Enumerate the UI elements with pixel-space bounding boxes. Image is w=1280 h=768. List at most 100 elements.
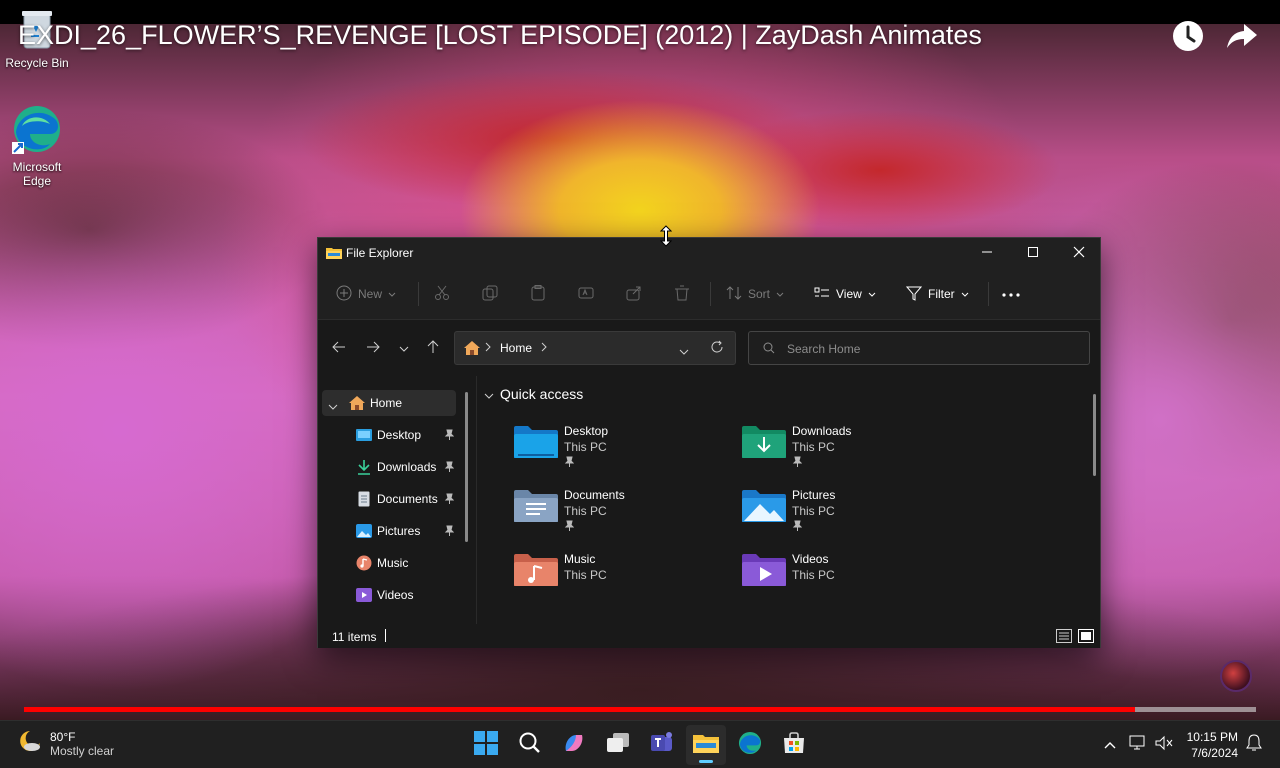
sidebar-item-label: Downloads (377, 460, 437, 474)
new-button[interactable]: New (336, 282, 396, 306)
sidebar-scrollbar[interactable] (465, 392, 468, 542)
network-button[interactable] (1126, 733, 1150, 757)
channel-watermark[interactable] (1220, 660, 1252, 692)
sidebar-item-label: Videos (377, 588, 414, 602)
share-button[interactable] (1224, 18, 1260, 54)
trash-icon (674, 285, 690, 304)
item-name: Desktop (564, 424, 609, 438)
address-bar[interactable]: Home (454, 331, 736, 365)
title-bar[interactable]: File Explorer (318, 238, 1100, 268)
store-button[interactable] (774, 725, 814, 765)
section-title: Quick access (500, 386, 584, 402)
chevron-up-icon (1104, 736, 1116, 754)
chevron-down-icon (868, 287, 876, 301)
item-name: Documents (564, 488, 625, 502)
desktop-folder-icon (356, 428, 372, 445)
share-button-explorer[interactable] (626, 282, 642, 306)
sort-button[interactable]: Sort (726, 282, 784, 306)
videos-icon (356, 587, 372, 606)
quick-access-header[interactable]: Quick access (484, 386, 583, 402)
edge-taskbar-button[interactable] (730, 725, 770, 765)
command-bar: New Sort View Filter (318, 268, 1100, 320)
address-dropdown-button[interactable] (679, 344, 689, 358)
details-view-button[interactable] (1056, 629, 1072, 646)
quick-access-item[interactable]: Videos This PC (742, 548, 952, 604)
weather-widget[interactable]: 80°F Mostly clear (16, 728, 114, 759)
sidebar-item-documents[interactable]: Documents (322, 486, 456, 512)
sidebar-item-label: Desktop (377, 428, 422, 442)
moon-cloud-icon (16, 728, 42, 759)
quick-access-item[interactable]: Downloads This PC (742, 420, 952, 476)
filter-label: Filter (928, 287, 955, 301)
close-button[interactable] (1056, 238, 1102, 268)
search-icon (519, 732, 541, 759)
tiles-view-button[interactable] (1078, 629, 1094, 646)
scissors-icon (434, 285, 450, 304)
view-button[interactable]: View (814, 282, 876, 306)
sidebar-item-downloads[interactable]: Downloads (322, 454, 456, 480)
active-app-indicator (699, 760, 713, 763)
copy-button[interactable] (482, 282, 498, 306)
forward-button[interactable] (362, 337, 384, 359)
sidebar-item-music[interactable]: Music (322, 550, 456, 576)
documents-icon (358, 491, 370, 510)
volume-button[interactable] (1152, 733, 1176, 757)
more-options-button[interactable] (1002, 282, 1020, 306)
filter-button[interactable]: Filter (905, 282, 969, 306)
download-icon (357, 459, 371, 478)
system-clock[interactable]: 10:15 PM 7/6/2024 (1184, 729, 1238, 761)
paste-button[interactable] (530, 282, 546, 306)
video-title[interactable]: EXDI_26_FLOWER’S_REVENGE [LOST EPISODE] … (18, 20, 982, 51)
back-button[interactable] (328, 337, 350, 359)
minimize-button[interactable] (964, 238, 1010, 268)
item-name: Pictures (792, 488, 836, 502)
window-title: File Explorer (346, 246, 414, 260)
quick-access-item[interactable]: Pictures This PC (742, 484, 952, 540)
sidebar-item-pictures[interactable]: Pictures (322, 518, 456, 544)
network-icon (1129, 735, 1147, 756)
search-input[interactable] (787, 340, 1077, 358)
search-box[interactable] (748, 331, 1090, 365)
sidebar-item-videos[interactable]: Videos (322, 582, 456, 608)
desktop-icon-label: Microsoft Edge (12, 160, 62, 188)
start-button[interactable] (466, 725, 506, 765)
cut-button[interactable] (434, 282, 450, 306)
maximize-button[interactable] (1010, 238, 1056, 268)
teams-button[interactable] (642, 725, 682, 765)
content-pane: Quick access Desktop This PC Downloads T… (478, 376, 1094, 624)
taskbar-search-button[interactable] (510, 725, 550, 765)
copilot-button[interactable] (554, 725, 594, 765)
quick-access-item[interactable]: Documents This PC (514, 484, 724, 540)
video-progress-bar[interactable] (24, 707, 1256, 712)
documents-folder-icon (514, 488, 558, 527)
breadcrumb-home[interactable]: Home (500, 341, 532, 355)
notification-bell-icon (1246, 733, 1262, 757)
delete-button[interactable] (674, 282, 690, 306)
refresh-button[interactable] (710, 340, 724, 357)
clock-time: 10:15 PM (1186, 730, 1238, 744)
weather-temperature: 80°F (50, 729, 76, 744)
recent-locations-button[interactable] (393, 337, 415, 359)
quick-access-item[interactable]: Desktop This PC (514, 420, 724, 476)
filter-icon (905, 285, 923, 304)
notifications-button[interactable] (1242, 733, 1266, 757)
desktop-icon-edge[interactable]: Microsoft Edge (0, 104, 74, 188)
sidebar-item-desktop[interactable]: Desktop (322, 422, 456, 448)
show-hidden-icons-button[interactable] (1098, 733, 1122, 757)
up-button[interactable] (422, 337, 444, 359)
toolbar-divider (710, 282, 711, 306)
sidebar-item-home[interactable]: Home (322, 390, 456, 416)
sort-label: Sort (748, 287, 771, 301)
quick-access-item[interactable]: Music This PC (514, 548, 724, 604)
rename-button[interactable] (578, 282, 594, 306)
pane-divider[interactable] (476, 376, 477, 624)
content-scrollbar[interactable] (1093, 394, 1096, 476)
rename-icon (578, 285, 594, 304)
watch-later-button[interactable] (1170, 18, 1206, 54)
pin-icon (444, 525, 455, 540)
chevron-down-icon (399, 341, 409, 355)
task-view-button[interactable] (598, 725, 638, 765)
file-explorer-taskbar-button[interactable] (686, 725, 726, 765)
share-icon (626, 285, 642, 304)
pictures-icon (356, 523, 372, 542)
